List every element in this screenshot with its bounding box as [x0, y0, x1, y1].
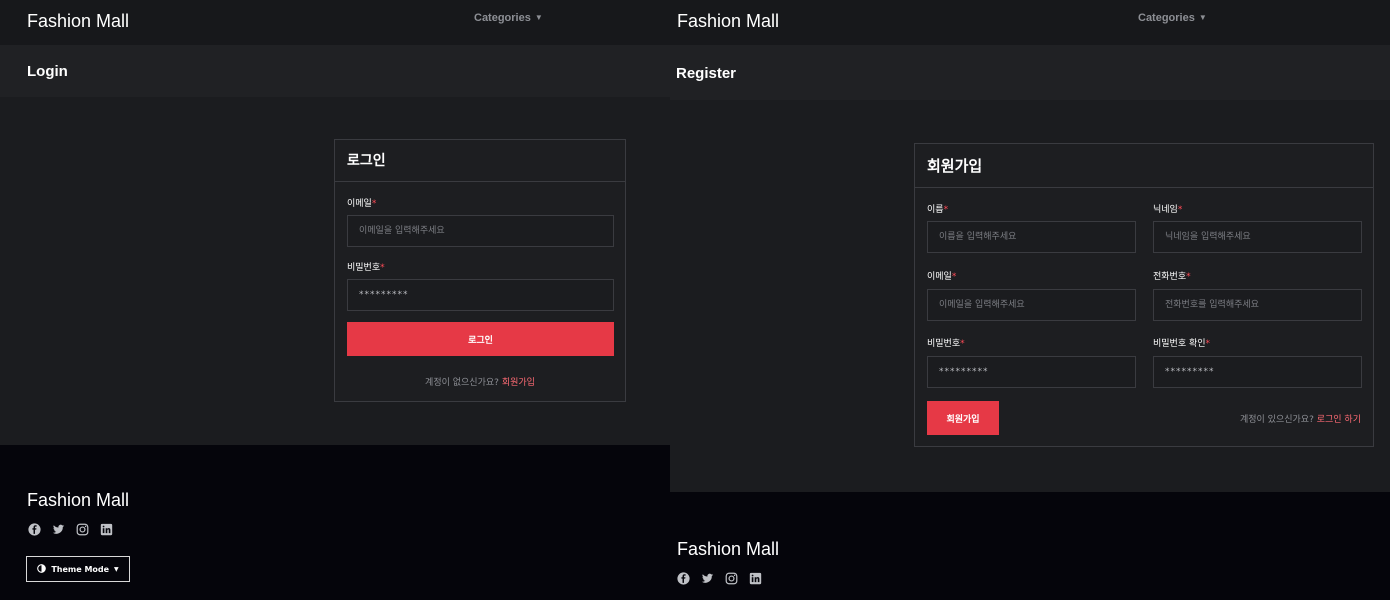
signup-link[interactable]: 회원가입	[502, 378, 535, 388]
login-card: 로그인 이메일* 비밀번호* 로그인 계정이 없으신가요? 회원가입	[334, 139, 626, 402]
password-input[interactable]	[347, 279, 614, 311]
footer: Fashion Mall	[670, 492, 1390, 600]
theme-mode-button[interactable]: Theme Mode ▼	[26, 556, 130, 582]
nickname-label-text: 닉네임	[1153, 205, 1178, 215]
categories-menu[interactable]: Categories ▼	[1138, 12, 1207, 24]
register-page: Fashion Mall Categories ▼ Register 회원가입 이…	[670, 0, 1390, 600]
phone-label: 전화번호*	[1153, 269, 1191, 282]
linkedin-icon[interactable]	[748, 571, 762, 585]
password-label-text: 비밀번호	[927, 339, 961, 349]
register-button[interactable]: 회원가입	[927, 401, 999, 435]
login-content: 로그인 이메일* 비밀번호* 로그인 계정이 없으신가요? 회원가입	[0, 97, 670, 445]
instagram-icon[interactable]	[75, 522, 89, 536]
login-link[interactable]: 로그인 하기	[1317, 415, 1361, 425]
theme-mode-label: Theme Mode	[51, 564, 110, 574]
footer-brand[interactable]: Fashion Mall	[27, 490, 129, 511]
name-label: 이름*	[927, 202, 948, 215]
instagram-icon[interactable]	[724, 571, 738, 585]
twitter-icon[interactable]	[51, 522, 65, 536]
name-input[interactable]	[927, 221, 1136, 253]
password-label: 비밀번호*	[347, 260, 385, 273]
email-label: 이메일*	[927, 269, 956, 282]
register-content: 회원가입 이름* 닉네임* 이메일* 전화번호* 비밀번호* 비밀번호 확인* …	[670, 100, 1390, 492]
phone-input[interactable]	[1153, 289, 1362, 321]
email-label-text: 이메일	[927, 272, 952, 282]
social-links	[676, 571, 762, 585]
signup-prompt: 계정이 없으신가요? 회원가입	[335, 375, 625, 388]
name-label-text: 이름	[927, 205, 944, 215]
page-title-bar: Register	[670, 45, 1390, 100]
categories-label: Categories	[1138, 12, 1195, 24]
login-page: Fashion Mall Categories ▼ Login 로그인 이메일* …	[0, 0, 670, 600]
page-title: Login	[27, 63, 68, 80]
required-mark: *	[1205, 339, 1211, 349]
nickname-input[interactable]	[1153, 221, 1362, 253]
phone-label-text: 전화번호	[1153, 272, 1187, 282]
categories-menu[interactable]: Categories ▼	[474, 12, 543, 24]
password-confirm-label-text: 비밀번호 확인	[1153, 339, 1206, 349]
card-title: 회원가입	[915, 144, 1373, 188]
half-circle-icon	[37, 563, 47, 575]
page-title-bar: Login	[0, 45, 670, 97]
footer: Fashion Mall Theme Mode ▼	[0, 445, 670, 600]
required-mark: *	[371, 199, 377, 209]
footer-brand[interactable]: Fashion Mall	[677, 539, 779, 560]
social-links	[27, 522, 113, 536]
signup-prompt-text: 계정이 없으신가요?	[425, 378, 499, 388]
email-label-text: 이메일	[347, 199, 372, 209]
top-navbar: Fashion Mall Categories ▼	[670, 0, 1390, 45]
required-mark: *	[1177, 205, 1183, 215]
chevron-down-icon: ▼	[534, 13, 543, 22]
required-mark: *	[960, 339, 965, 349]
register-card: 회원가입 이름* 닉네임* 이메일* 전화번호* 비밀번호* 비밀번호 확인* …	[914, 143, 1374, 447]
linkedin-icon[interactable]	[99, 522, 113, 536]
brand-logo[interactable]: Fashion Mall	[27, 11, 129, 32]
email-input[interactable]	[347, 215, 614, 247]
card-title: 로그인	[335, 140, 625, 182]
brand-logo[interactable]: Fashion Mall	[677, 11, 779, 32]
email-label: 이메일*	[347, 196, 376, 209]
password-label-text: 비밀번호	[347, 263, 381, 273]
top-navbar: Fashion Mall Categories ▼	[0, 0, 670, 45]
page-title: Register	[676, 65, 737, 82]
nickname-label: 닉네임*	[1153, 202, 1182, 215]
twitter-icon[interactable]	[700, 571, 714, 585]
password-label: 비밀번호*	[927, 336, 965, 349]
email-input[interactable]	[927, 289, 1136, 321]
password-confirm-input[interactable]	[1153, 356, 1362, 388]
login-button[interactable]: 로그인	[347, 322, 614, 356]
required-mark: *	[943, 205, 949, 215]
chevron-down-icon: ▼	[114, 565, 119, 573]
required-mark: *	[951, 272, 957, 282]
chevron-down-icon: ▼	[1198, 13, 1207, 22]
login-prompt-text: 계정이 있으신가요?	[1239, 415, 1314, 425]
facebook-icon[interactable]	[676, 571, 690, 585]
required-mark: *	[380, 263, 385, 273]
password-confirm-label: 비밀번호 확인*	[1153, 336, 1210, 349]
login-prompt: 계정이 있으신가요? 로그인 하기	[1240, 412, 1361, 425]
required-mark: *	[1186, 272, 1191, 282]
password-input[interactable]	[927, 356, 1136, 388]
categories-label: Categories	[474, 12, 531, 24]
facebook-icon[interactable]	[27, 522, 41, 536]
